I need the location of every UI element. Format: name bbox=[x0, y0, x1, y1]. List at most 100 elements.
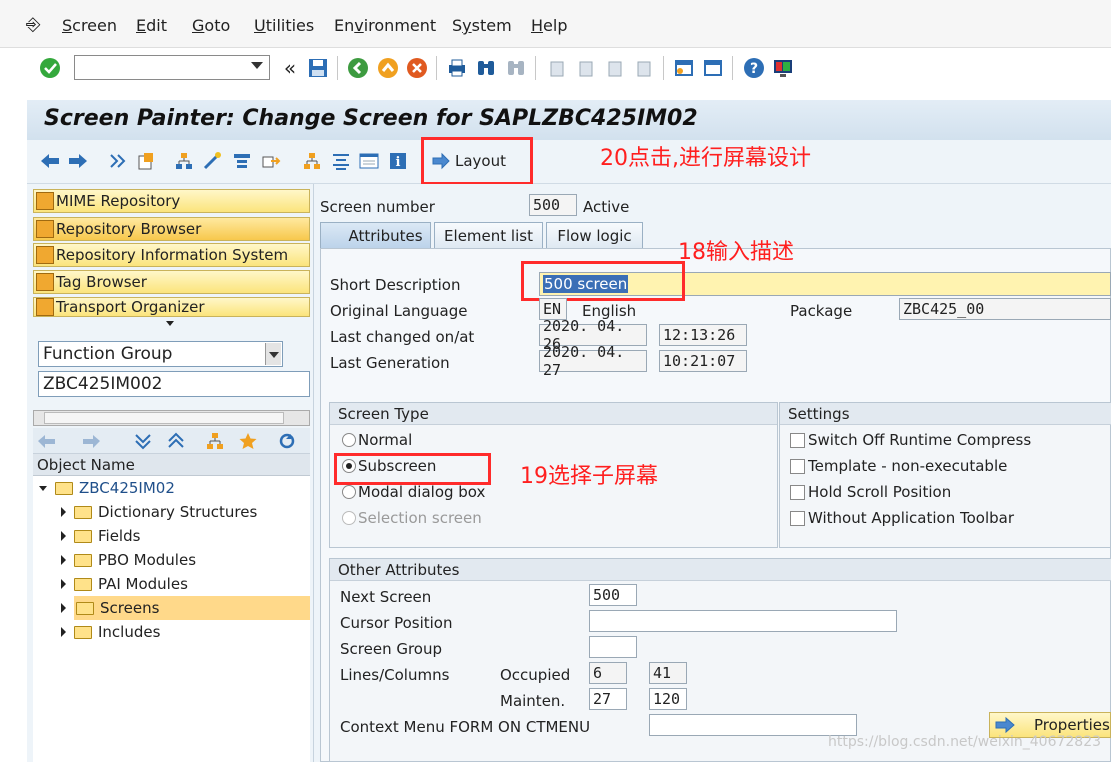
chevron-right-icon[interactable] bbox=[61, 531, 66, 541]
tab-attributes[interactable]: Attributes bbox=[320, 222, 431, 248]
nav-mime-repository[interactable]: MIME Repository bbox=[33, 189, 310, 213]
command-field[interactable] bbox=[74, 55, 270, 80]
double-chevron-left-icon[interactable]: « bbox=[278, 56, 302, 80]
last-page-icon[interactable] bbox=[632, 56, 656, 80]
chevron-right-icon[interactable] bbox=[61, 579, 66, 589]
tree-hierarchy-icon[interactable] bbox=[203, 429, 227, 453]
object-type-select[interactable]: Function Group bbox=[38, 341, 283, 367]
display-change-icon[interactable] bbox=[134, 149, 158, 173]
exit-icon[interactable] bbox=[376, 56, 400, 80]
radio-modal-dialog[interactable]: Modal dialog box bbox=[342, 483, 485, 501]
nav-repository-browser[interactable]: Repository Browser bbox=[33, 217, 310, 241]
horizontal-scrollbar[interactable] bbox=[33, 410, 310, 426]
refresh-icon[interactable] bbox=[275, 429, 299, 453]
mainten-columns-input[interactable]: 120 bbox=[649, 688, 687, 710]
list-display-icon[interactable] bbox=[357, 149, 381, 173]
save-icon[interactable] bbox=[306, 56, 330, 80]
favorites-icon[interactable] bbox=[236, 429, 260, 453]
first-page-icon[interactable] bbox=[545, 56, 569, 80]
nav-transport-organizer[interactable]: Transport Organizer bbox=[33, 297, 310, 317]
next-page-icon[interactable] bbox=[603, 56, 627, 80]
tree-item-includes[interactable]: Includes bbox=[33, 620, 310, 644]
splitter-arrow-icon[interactable] bbox=[166, 321, 174, 326]
align-icon[interactable] bbox=[329, 149, 353, 173]
hierarchy-icon[interactable] bbox=[172, 149, 196, 173]
nav-label: Repository Browser bbox=[56, 220, 202, 238]
nav-repository-info-system[interactable]: Repository Information System bbox=[33, 243, 310, 267]
arrow-back-icon[interactable] bbox=[38, 149, 62, 173]
back-icon[interactable] bbox=[346, 56, 370, 80]
context-menu-input[interactable] bbox=[649, 714, 857, 736]
find-icon[interactable] bbox=[474, 56, 498, 80]
properties-label: Properties bbox=[1034, 716, 1110, 734]
folder-icon bbox=[76, 601, 94, 615]
info-system-icon bbox=[36, 246, 54, 264]
radio-normal[interactable]: Normal bbox=[342, 431, 412, 449]
menu-exit-icon[interactable]: ⎆ bbox=[26, 14, 40, 35]
enter-icon[interactable] bbox=[38, 56, 62, 80]
navigate-icon[interactable] bbox=[259, 149, 283, 173]
chevron-right-icon[interactable] bbox=[61, 627, 66, 637]
object-type-value: Function Group bbox=[43, 344, 173, 364]
annotation-18: 18输入描述 bbox=[678, 240, 794, 265]
chevron-right-icon[interactable] bbox=[61, 507, 66, 517]
screen-status: Active bbox=[583, 198, 630, 216]
tree-back-icon[interactable] bbox=[34, 429, 60, 453]
tree-item-dictionary-structures[interactable]: Dictionary Structures bbox=[33, 500, 310, 524]
next-screen-input[interactable]: 500 bbox=[589, 584, 637, 606]
tree-item-fields[interactable]: Fields bbox=[33, 524, 310, 548]
previous-page-icon[interactable] bbox=[574, 56, 598, 80]
chevron-down-icon[interactable] bbox=[39, 485, 47, 491]
tree-forward-icon[interactable] bbox=[78, 429, 104, 453]
other-object-icon[interactable] bbox=[106, 149, 130, 173]
last-changed-time: 12:13:26 bbox=[659, 324, 747, 346]
folder-icon bbox=[74, 529, 92, 543]
menu-utilities[interactable]: Utilities bbox=[254, 16, 314, 35]
dropdown-icon[interactable] bbox=[265, 343, 281, 365]
menu-screen[interactable]: Screen bbox=[62, 16, 117, 35]
tree-item-screens[interactable]: Screens bbox=[33, 596, 310, 620]
shortcut-icon[interactable] bbox=[701, 56, 725, 80]
screen-group-input[interactable] bbox=[589, 636, 637, 658]
tree-item-pbo-modules[interactable]: PBO Modules bbox=[33, 548, 310, 572]
dropdown-icon[interactable] bbox=[251, 62, 263, 69]
tree-structure-icon[interactable] bbox=[300, 149, 324, 173]
cursor-position-input[interactable] bbox=[589, 610, 897, 632]
new-session-icon[interactable] bbox=[672, 56, 696, 80]
expand-icon[interactable] bbox=[131, 429, 155, 453]
last-generation-date: 2020. 04. 27 bbox=[539, 343, 647, 379]
tree-item-pai-modules[interactable]: PAI Modules bbox=[33, 572, 310, 596]
mainten-lines-input[interactable]: 27 bbox=[589, 688, 627, 710]
folder-open-icon bbox=[55, 481, 73, 495]
chevron-right-icon[interactable] bbox=[61, 555, 66, 565]
where-used-icon[interactable] bbox=[230, 149, 254, 173]
cursor-position-label: Cursor Position bbox=[340, 614, 453, 632]
menu-edit[interactable]: Edit bbox=[136, 16, 167, 35]
chevron-right-icon[interactable] bbox=[61, 603, 66, 613]
menu-goto[interactable]: Goto bbox=[192, 16, 230, 35]
tree-root[interactable]: ZBC425IM02 bbox=[33, 476, 310, 500]
menu-help[interactable]: Help bbox=[531, 16, 567, 35]
collapse-icon[interactable] bbox=[164, 429, 188, 453]
nav-tag-browser[interactable]: Tag Browser bbox=[33, 270, 310, 294]
find-next-icon[interactable] bbox=[504, 56, 528, 80]
arrow-forward-icon[interactable] bbox=[66, 149, 90, 173]
tab-element-list[interactable]: Element list bbox=[434, 222, 543, 248]
scroll-thumb[interactable] bbox=[44, 412, 284, 424]
checkbox-hold-scroll[interactable]: Hold Scroll Position bbox=[790, 483, 951, 501]
menu-environment[interactable]: Environment bbox=[334, 16, 436, 35]
checkbox-no-app-toolbar[interactable]: Without Application Toolbar bbox=[790, 509, 1014, 527]
info-icon[interactable]: i bbox=[386, 149, 410, 173]
lines-columns-label: Lines/Columns bbox=[340, 666, 450, 684]
checkbox-runtime-compress[interactable]: Switch Off Runtime Compress bbox=[790, 431, 1031, 449]
cancel-icon[interactable] bbox=[405, 56, 429, 80]
magic-wand-icon[interactable] bbox=[200, 149, 224, 173]
tab-flow-logic[interactable]: Flow logic bbox=[546, 222, 643, 248]
checkbox-template[interactable]: Template - non-executable bbox=[790, 457, 1007, 475]
help-icon[interactable]: ? bbox=[742, 56, 766, 80]
print-icon[interactable] bbox=[445, 56, 469, 80]
customize-layout-icon[interactable] bbox=[771, 56, 795, 80]
checkbox-label: Hold Scroll Position bbox=[808, 483, 952, 501]
menu-system[interactable]: System bbox=[452, 16, 512, 35]
object-name-input[interactable]: ZBC425IM002 bbox=[38, 371, 310, 397]
